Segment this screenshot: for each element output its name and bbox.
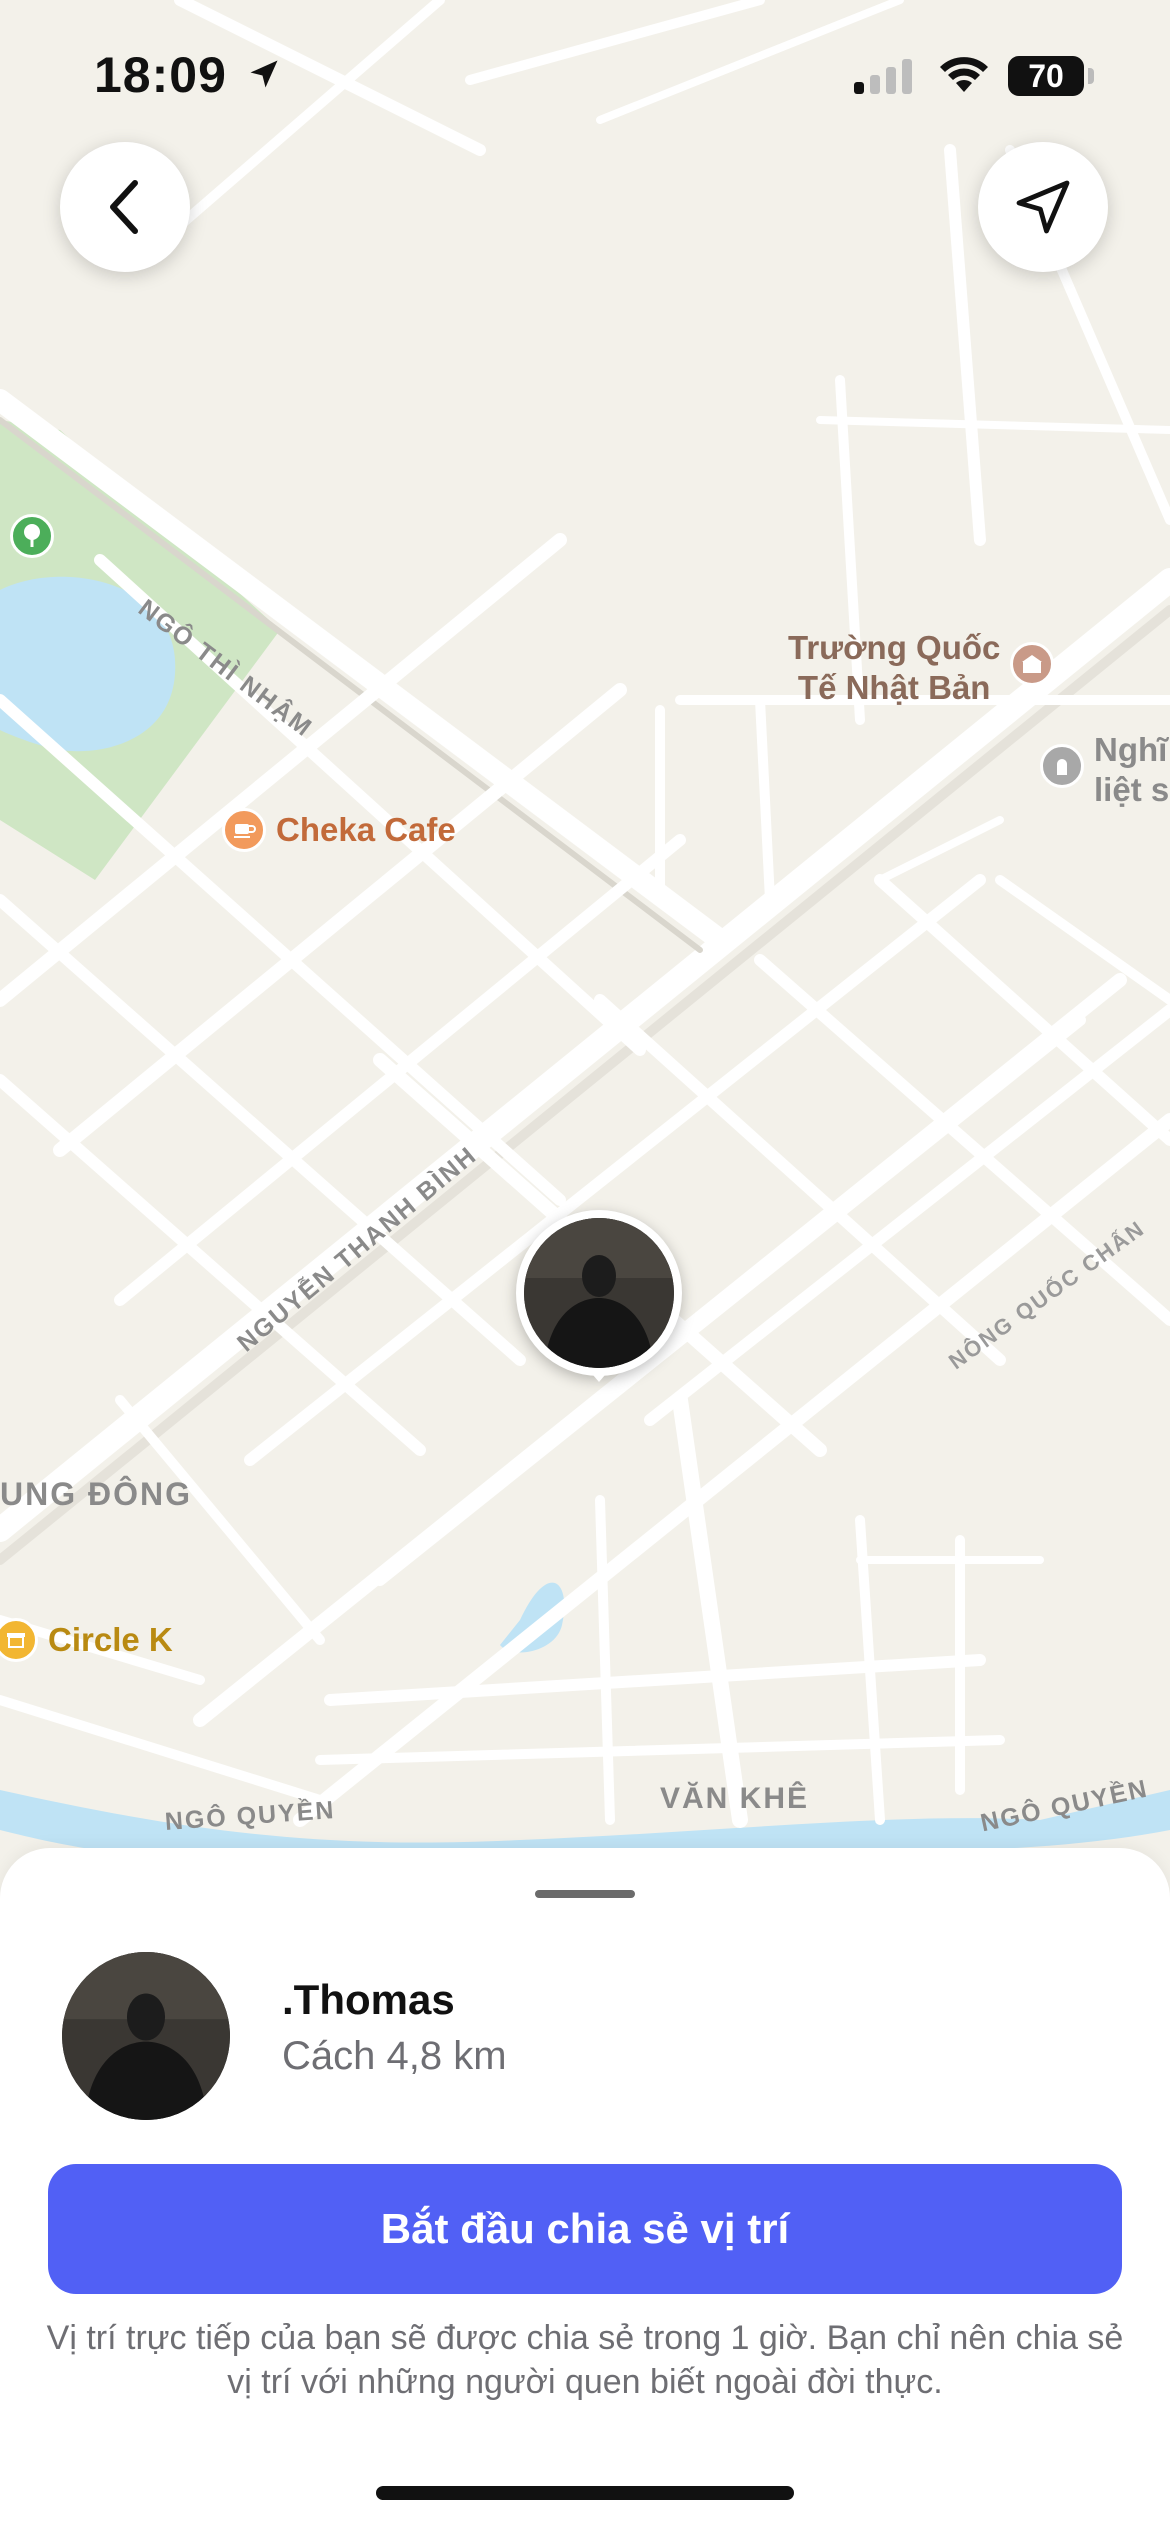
- store-icon: [0, 1618, 38, 1662]
- poi-label: Cheka Cafe: [276, 811, 456, 848]
- home-indicator[interactable]: [376, 2486, 794, 2500]
- location-arrow-icon: [250, 60, 278, 88]
- sheet-grabber[interactable]: [535, 1890, 635, 1898]
- chevron-left-icon: [110, 180, 138, 234]
- cellular-signal-icon: [854, 59, 912, 94]
- recenter-location-button[interactable]: [978, 142, 1108, 272]
- street-label: UNG ĐÔNG: [0, 1476, 192, 1512]
- poi-label-block: Nghĩ liệt s: [1094, 730, 1169, 810]
- battery-indicator: 70: [1008, 56, 1084, 96]
- poi-label-line: liệt s: [1094, 771, 1170, 808]
- park-poi[interactable]: [10, 514, 54, 558]
- status-bar: 18:09 70: [0, 0, 1170, 150]
- poi-label: Circle K: [48, 1621, 173, 1658]
- poi-label-line: Trường Quốc: [788, 629, 1001, 666]
- navigation-arrow-icon: [1016, 180, 1070, 234]
- distance-label: Cách 4,8 km: [282, 2034, 507, 2078]
- poi-circle-k[interactable]: Circle K: [0, 1618, 173, 1662]
- start-sharing-location-button[interactable]: Bắt đầu chia sẻ vị trí: [48, 2164, 1122, 2294]
- friend-avatar-photo: [524, 1218, 674, 1368]
- sharing-disclaimer: Vị trí trực tiếp của bạn sẽ được chia sẻ…: [46, 2319, 1124, 2401]
- avatar[interactable]: [62, 1952, 230, 2120]
- friend-location-pin[interactable]: [516, 1210, 682, 1382]
- poi-label-line: Tế Nhật Bản: [797, 669, 991, 706]
- battery-nub: [1088, 68, 1094, 84]
- tree-icon: [10, 514, 54, 558]
- wifi-icon: [940, 57, 988, 92]
- back-button[interactable]: [60, 142, 190, 272]
- street-label: VĂN KHÊ: [660, 1782, 810, 1815]
- poi-truong-quoc-te-nhat-ban[interactable]: Trường Quốc Tế Nhật Bản: [788, 628, 1055, 708]
- poi-label-block: Trường Quốc Tế Nhật Bản: [788, 628, 1000, 708]
- poi-cheka-cafe[interactable]: Cheka Cafe: [222, 808, 456, 852]
- user-name: .Thomas: [282, 1976, 455, 2023]
- pin-pointer: [587, 1368, 611, 1382]
- memorial-icon: [1040, 744, 1084, 788]
- status-time: 18:09: [94, 47, 227, 103]
- poi-label-line: Nghĩ: [1094, 731, 1168, 768]
- share-location-sheet: .Thomas Cách 4,8 km Bắt đầu chia sẻ vị t…: [0, 1848, 1170, 2532]
- cafe-icon: [222, 808, 266, 852]
- school-icon: [1010, 642, 1055, 686]
- poi-nghia-trang[interactable]: Nghĩ liệt s: [1040, 730, 1169, 810]
